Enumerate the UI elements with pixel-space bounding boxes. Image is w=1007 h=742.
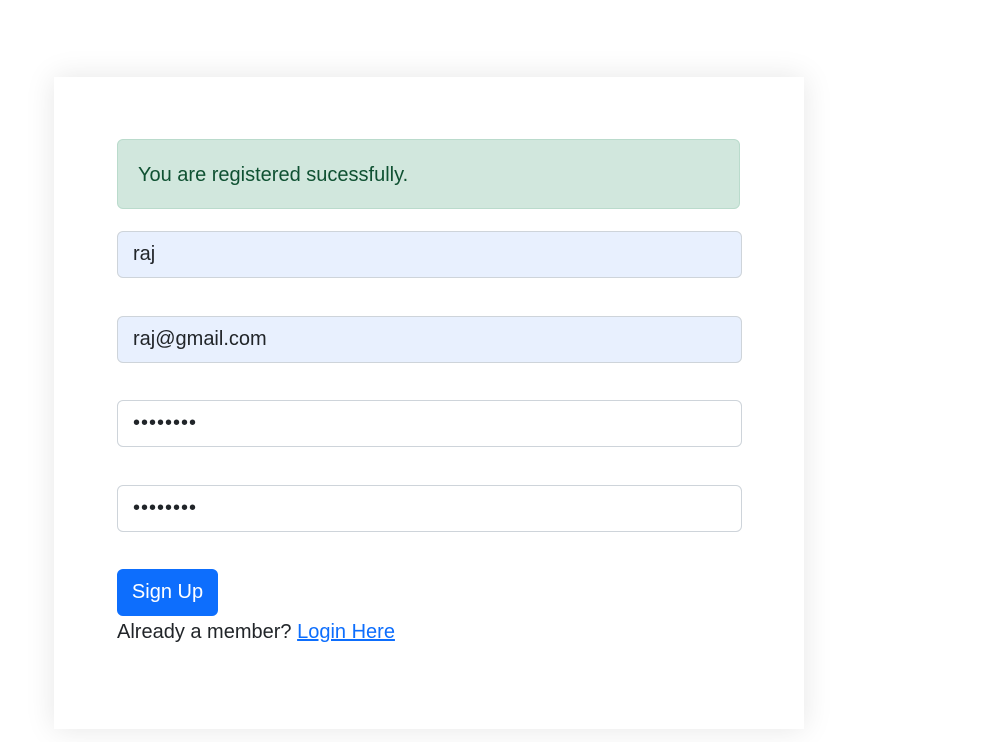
- success-alert-message: You are registered sucessfully.: [138, 164, 409, 186]
- success-alert: You are registered sucessfully.: [117, 139, 740, 209]
- sign-up-button[interactable]: Sign Up: [117, 569, 218, 616]
- name-field[interactable]: [117, 231, 742, 278]
- login-prompt: Already a member? Login Here: [117, 620, 395, 644]
- login-prompt-text: Already a member?: [117, 621, 292, 643]
- password-field[interactable]: [117, 400, 742, 447]
- login-link[interactable]: Login Here: [297, 621, 395, 643]
- email-field[interactable]: [117, 316, 742, 363]
- confirm-password-field[interactable]: [117, 485, 742, 532]
